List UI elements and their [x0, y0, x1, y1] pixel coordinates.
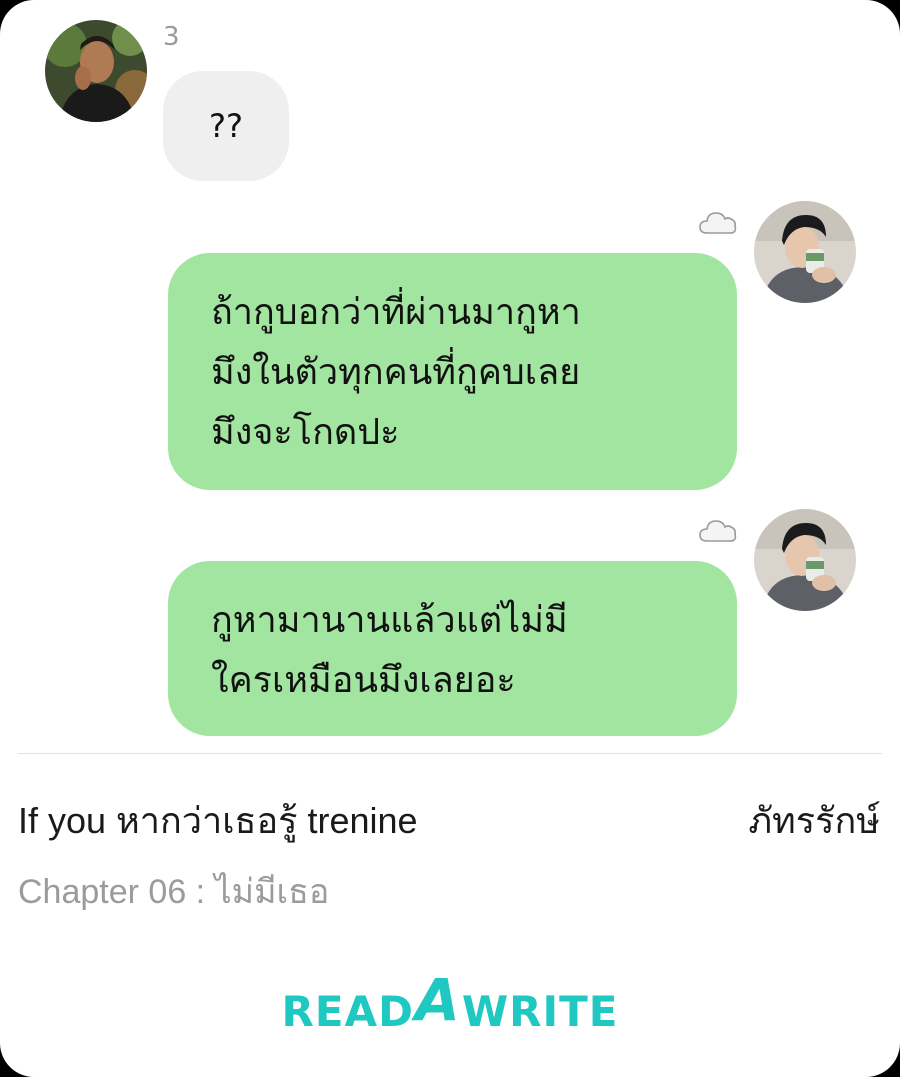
story-title[interactable]: If you หากว่าเธอรู้ trenine	[18, 792, 418, 849]
readawrite-logo: READAWRITE	[0, 966, 900, 1040]
avatar-incoming[interactable]	[45, 20, 147, 122]
message-bubble-outgoing[interactable]: กูหามานานแล้วแต่ไม่มี ใครเหมือนมึงเลยอะ	[168, 561, 737, 736]
cloud-icon	[699, 520, 737, 542]
chapter-label[interactable]: Chapter 06 : ไม่มีเธอ	[18, 864, 329, 918]
avatar-photo-icon	[754, 201, 856, 303]
message-bubble-outgoing[interactable]: ถ้ากูบอกว่าที่ผ่านมากูหา มึงในตัวทุกคนที…	[168, 253, 737, 490]
cloud-icon	[699, 212, 737, 234]
message-bubble-incoming[interactable]: ??	[163, 71, 289, 181]
author-name[interactable]: ภัทรรักษ์	[748, 792, 880, 849]
avatar-outgoing[interactable]	[754, 201, 856, 303]
avatar-photo-icon	[754, 509, 856, 611]
chat-screenshot-card: 3 ?? ถ้ากูบอกว่าที่ผ่านมากูหา มึงในตัวทุ…	[0, 0, 900, 1077]
avatar-photo-icon	[45, 20, 147, 122]
avatar-outgoing[interactable]	[754, 509, 856, 611]
divider	[18, 753, 882, 754]
read-count: 3	[163, 22, 180, 52]
brand-wordmark: READAWRITE	[281, 966, 619, 1036]
